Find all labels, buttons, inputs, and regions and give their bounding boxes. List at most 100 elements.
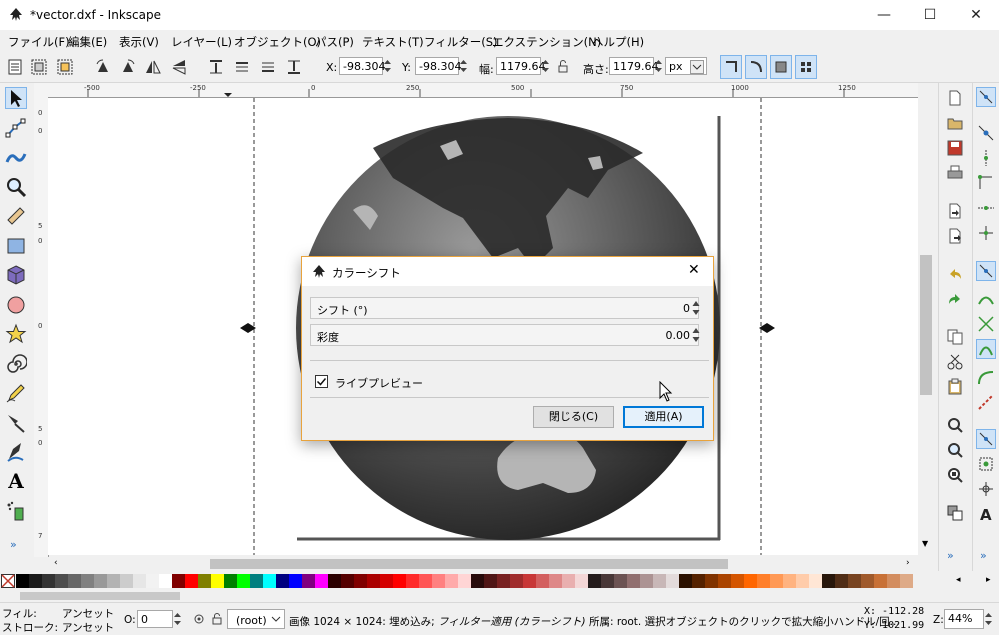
redo-icon[interactable]: [946, 290, 964, 308]
height-field[interactable]: 1179.64: [609, 57, 659, 75]
import-icon[interactable]: [946, 202, 964, 220]
color-swatch[interactable]: [341, 574, 354, 588]
opacity-spinner-icon[interactable]: [173, 610, 182, 628]
color-swatch[interactable]: [614, 574, 627, 588]
color-swatch[interactable]: [367, 574, 380, 588]
color-swatch[interactable]: [94, 574, 107, 588]
ellipse-tool-icon[interactable]: [5, 294, 27, 316]
snap-object-center-icon[interactable]: [976, 454, 996, 474]
color-swatch[interactable]: [861, 574, 874, 588]
color-swatch[interactable]: [432, 574, 445, 588]
x-field[interactable]: -98.304: [339, 57, 385, 75]
color-swatch[interactable]: [250, 574, 263, 588]
color-swatch[interactable]: [484, 574, 497, 588]
zoom-selection-icon[interactable]: [946, 416, 964, 434]
spiral-tool-icon[interactable]: [5, 353, 27, 375]
3d-box-tool-icon[interactable]: [5, 264, 27, 286]
shift-spinner-icon[interactable]: [691, 297, 701, 319]
color-swatch[interactable]: [29, 574, 42, 588]
tweak-tool-icon[interactable]: [5, 146, 27, 168]
color-swatch[interactable]: [627, 574, 640, 588]
horizontal-scrollbar[interactable]: ‹ ›: [48, 557, 918, 571]
color-swatch[interactable]: [276, 574, 289, 588]
snap-path-icon[interactable]: [976, 289, 996, 309]
apply-button[interactable]: 適用(A): [623, 406, 704, 428]
text-tool-icon[interactable]: A: [5, 470, 27, 492]
toolbox-more-icon[interactable]: »: [10, 538, 17, 551]
duplicate-icon[interactable]: [946, 504, 964, 522]
scale-corners-button[interactable]: [745, 55, 767, 79]
commands-more-icon[interactable]: »: [947, 549, 954, 562]
scale-stroke-button[interactable]: [720, 55, 742, 79]
color-swatch[interactable]: [211, 574, 224, 588]
palette-scrollbar[interactable]: [0, 590, 999, 602]
color-swatch[interactable]: [42, 574, 55, 588]
color-swatch[interactable]: [497, 574, 510, 588]
color-swatch[interactable]: [237, 574, 250, 588]
copy-icon[interactable]: [946, 328, 964, 346]
color-swatch[interactable]: [328, 574, 341, 588]
color-swatch[interactable]: [510, 574, 523, 588]
snap-nodes-button[interactable]: [976, 261, 996, 281]
vertical-scroll-thumb[interactable]: [920, 255, 932, 395]
color-swatch[interactable]: [172, 574, 185, 588]
color-swatch[interactable]: [380, 574, 393, 588]
color-swatch[interactable]: [562, 574, 575, 588]
scroll-right-icon[interactable]: ›: [906, 558, 910, 568]
menu-object[interactable]: オブジェクト(O): [234, 34, 321, 50]
color-swatch[interactable]: [185, 574, 198, 588]
minimize-button[interactable]: —: [861, 0, 907, 30]
undo-icon[interactable]: [946, 265, 964, 283]
zoom-spinner-icon[interactable]: [984, 610, 993, 628]
width-spinner-icon[interactable]: [541, 57, 550, 75]
color-swatch[interactable]: [757, 574, 770, 588]
color-swatch[interactable]: [718, 574, 731, 588]
pencil-tool-icon[interactable]: [5, 382, 27, 404]
color-swatch[interactable]: [835, 574, 848, 588]
color-swatch[interactable]: [640, 574, 653, 588]
color-swatch[interactable]: [263, 574, 276, 588]
snap-text-baseline-icon[interactable]: A: [976, 504, 996, 524]
width-field[interactable]: 1179.64: [496, 57, 546, 75]
saturation-field[interactable]: 彩度 0.00: [310, 324, 699, 346]
move-patterns-button[interactable]: [795, 55, 817, 79]
color-swatch[interactable]: [874, 574, 887, 588]
fill-value[interactable]: アンセット: [62, 606, 114, 621]
selector-tool[interactable]: [5, 87, 27, 109]
color-swatch[interactable]: [666, 574, 679, 588]
lower-icon[interactable]: [259, 58, 277, 76]
color-swatch[interactable]: [419, 574, 432, 588]
pen-tool-icon[interactable]: [5, 412, 27, 434]
color-swatch[interactable]: [744, 574, 757, 588]
snap-cusp-nodes-button[interactable]: [976, 339, 996, 359]
export-icon[interactable]: [946, 227, 964, 245]
rotate-cw-icon[interactable]: [119, 58, 137, 76]
snap-bbox-edge-icon[interactable]: [976, 148, 996, 168]
stroke-value[interactable]: アンセット: [62, 620, 114, 635]
palette-scroll-thumb[interactable]: [20, 592, 180, 600]
color-swatch[interactable]: [731, 574, 744, 588]
color-swatch[interactable]: [354, 574, 367, 588]
snap-rotation-center-icon[interactable]: [976, 479, 996, 499]
rectangle-tool-icon[interactable]: [5, 235, 27, 257]
raise-icon[interactable]: [233, 58, 251, 76]
color-swatch[interactable]: [406, 574, 419, 588]
hide-layer-icon[interactable]: [192, 612, 206, 626]
color-swatch[interactable]: [120, 574, 133, 588]
open-folder-icon[interactable]: [946, 114, 964, 132]
horizontal-scroll-thumb[interactable]: [210, 559, 728, 569]
palette-scroll-icon[interactable]: ◂: [956, 575, 961, 585]
rotate-ccw-icon[interactable]: [94, 58, 112, 76]
x-spinner-icon[interactable]: [383, 57, 392, 75]
select-all-icon[interactable]: [6, 58, 24, 76]
color-swatch[interactable]: [705, 574, 718, 588]
lower-to-bottom-icon[interactable]: [285, 58, 303, 76]
color-swatch[interactable]: [653, 574, 666, 588]
dialog-close-icon[interactable]: ✕: [688, 262, 700, 278]
print-icon[interactable]: [946, 164, 964, 182]
lock-ratio-icon[interactable]: [556, 58, 570, 76]
snap-more-icon[interactable]: »: [980, 549, 987, 562]
color-swatch[interactable]: [393, 574, 406, 588]
lock-layer-icon[interactable]: [211, 612, 223, 626]
color-swatch[interactable]: [549, 574, 562, 588]
